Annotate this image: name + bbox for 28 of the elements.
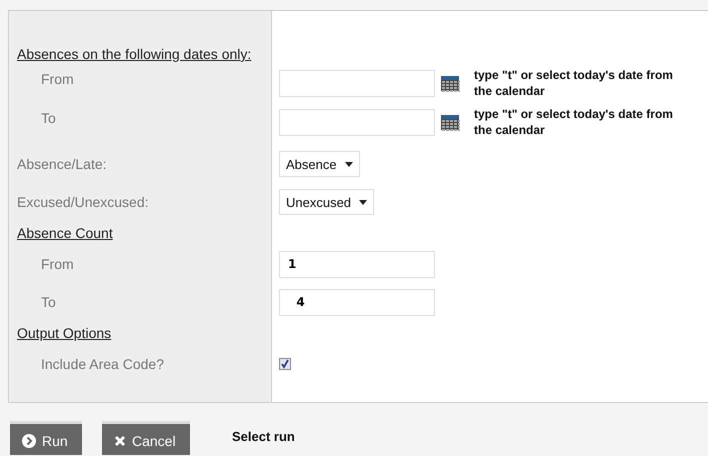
field-label: From (40, 70, 75, 87)
run-button[interactable]: Run (10, 421, 82, 455)
dropdown[interactable]: Unexcused (279, 189, 374, 215)
status-text: Select run (232, 428, 295, 444)
field-label: Excused/Unexcused: (16, 194, 150, 210)
number-field[interactable]: 4 (279, 288, 435, 316)
number-field[interactable]: 1 (279, 250, 435, 278)
close-icon (114, 434, 126, 446)
field-label: Include Area Code? (40, 356, 165, 372)
checkbox[interactable] (279, 358, 291, 370)
section-heading: Output Options (16, 325, 112, 341)
chevron-icon (22, 434, 36, 448)
section-heading: Absence Count (16, 225, 114, 241)
field-label: To (40, 109, 57, 126)
hint-text: type "t" or select today's date from the calendar (474, 106, 674, 138)
calendar-icon[interactable] (441, 74, 460, 92)
field-label: From (40, 256, 75, 272)
hint-text: type "t" or select today's date from the calendar (474, 67, 674, 99)
field-label: To (40, 294, 57, 310)
calendar-icon[interactable] (441, 112, 460, 132)
caret-icon[interactable] (344, 162, 353, 166)
dropdown[interactable]: Absence (279, 151, 360, 177)
date-field[interactable] (279, 108, 435, 136)
caret-icon[interactable] (359, 200, 368, 204)
cancel-button[interactable]: Cancel (102, 421, 190, 455)
date-field[interactable] (279, 70, 435, 96)
field-label: Absence/Late: (16, 156, 108, 172)
section-heading: Absences on the following dates only: (16, 46, 252, 62)
